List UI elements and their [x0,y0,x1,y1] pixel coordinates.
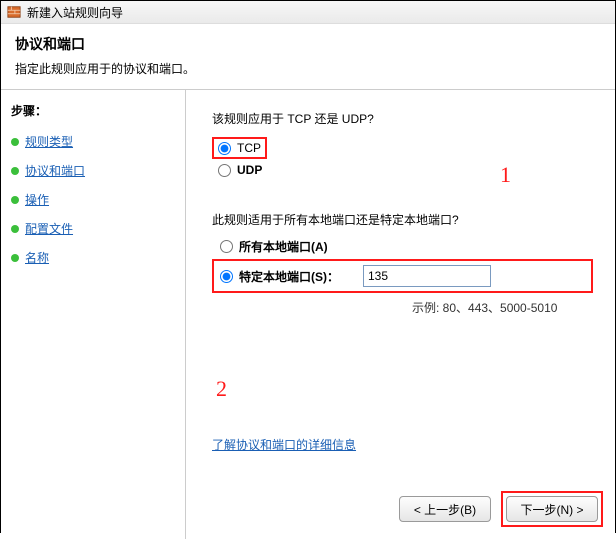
sidebar-item-action[interactable]: 操作 [11,191,175,208]
annotation-2: 2 [216,376,227,402]
window-title: 新建入站规则向导 [27,4,123,21]
learn-more-link[interactable]: 了解协议和端口的详细信息 [212,436,356,453]
radio-all-ports-label: 所有本地端口(A) [239,238,328,255]
sidebar-item-label[interactable]: 配置文件 [25,220,73,237]
wizard-content: 该规则应用于 TCP 还是 UDP? TCP 1 UDP 此规则适用于所有本地端… [186,90,615,539]
wizard-sidebar: 步骤： 规则类型 协议和端口 操作 配置文件 名称 [1,90,186,539]
highlight-box-3: 下一步(N) > [501,491,603,527]
bullet-icon [11,225,19,233]
highlight-box-2: 特定本地端口(S)： [212,259,593,293]
specific-ports-input[interactable] [363,265,491,287]
radio-udp[interactable] [218,164,231,177]
page-title: 协议和端口 [15,34,601,54]
wizard-header: 协议和端口 指定此规则应用于的协议和端口。 [1,24,615,90]
firewall-icon [7,5,21,19]
steps-heading: 步骤： [11,102,175,119]
bullet-icon [11,167,19,175]
radio-udp-label: UDP [237,163,262,177]
sidebar-item-name[interactable]: 名称 [11,249,175,266]
bullet-icon [11,196,19,204]
radio-tcp-label: TCP [237,141,261,155]
wizard-footer: < 上一步(B) 下一步(N) > [399,491,603,527]
wizard-body: 步骤： 规则类型 协议和端口 操作 配置文件 名称 [1,90,615,539]
radio-specific-ports-label: 特定本地端口(S)： [239,268,339,285]
ports-example: 示例: 80、443、5000-5010 [412,299,593,316]
wizard-window: 新建入站规则向导 协议和端口 指定此规则应用于的协议和端口。 步骤： 规则类型 … [0,0,616,533]
radio-row-udp[interactable]: UDP [218,163,593,177]
section-ports: 此规则适用于所有本地端口还是特定本地端口? 2 所有本地端口(A) 特定本地端口… [212,211,593,316]
bullet-icon [11,138,19,146]
radio-all-ports[interactable] [220,240,233,253]
sidebar-item-label[interactable]: 操作 [25,191,49,208]
page-subtitle: 指定此规则应用于的协议和端口。 [15,60,601,77]
sidebar-item-label[interactable]: 规则类型 [25,133,73,150]
highlight-box-1: TCP [212,137,267,159]
radio-tcp[interactable] [218,142,231,155]
sidebar-item-label[interactable]: 协议和端口 [25,162,85,179]
radio-specific-ports[interactable] [220,270,233,283]
bullet-icon [11,254,19,262]
learn-more-row: 了解协议和端口的详细信息 [212,436,356,453]
sidebar-item-protocol-ports[interactable]: 协议和端口 [11,162,175,179]
back-button[interactable]: < 上一步(B) [399,496,491,522]
question-ports: 此规则适用于所有本地端口还是特定本地端口? [212,211,593,228]
sidebar-item-rule-type[interactable]: 规则类型 [11,133,175,150]
sidebar-item-label[interactable]: 名称 [25,249,49,266]
annotation-1: 1 [500,162,511,188]
question-protocol: 该规则应用于 TCP 还是 UDP? [212,110,593,127]
titlebar: 新建入站规则向导 [1,1,615,24]
next-button[interactable]: 下一步(N) > [506,496,598,522]
radio-row-all-ports[interactable]: 所有本地端口(A) [220,238,593,255]
sidebar-item-profile[interactable]: 配置文件 [11,220,175,237]
